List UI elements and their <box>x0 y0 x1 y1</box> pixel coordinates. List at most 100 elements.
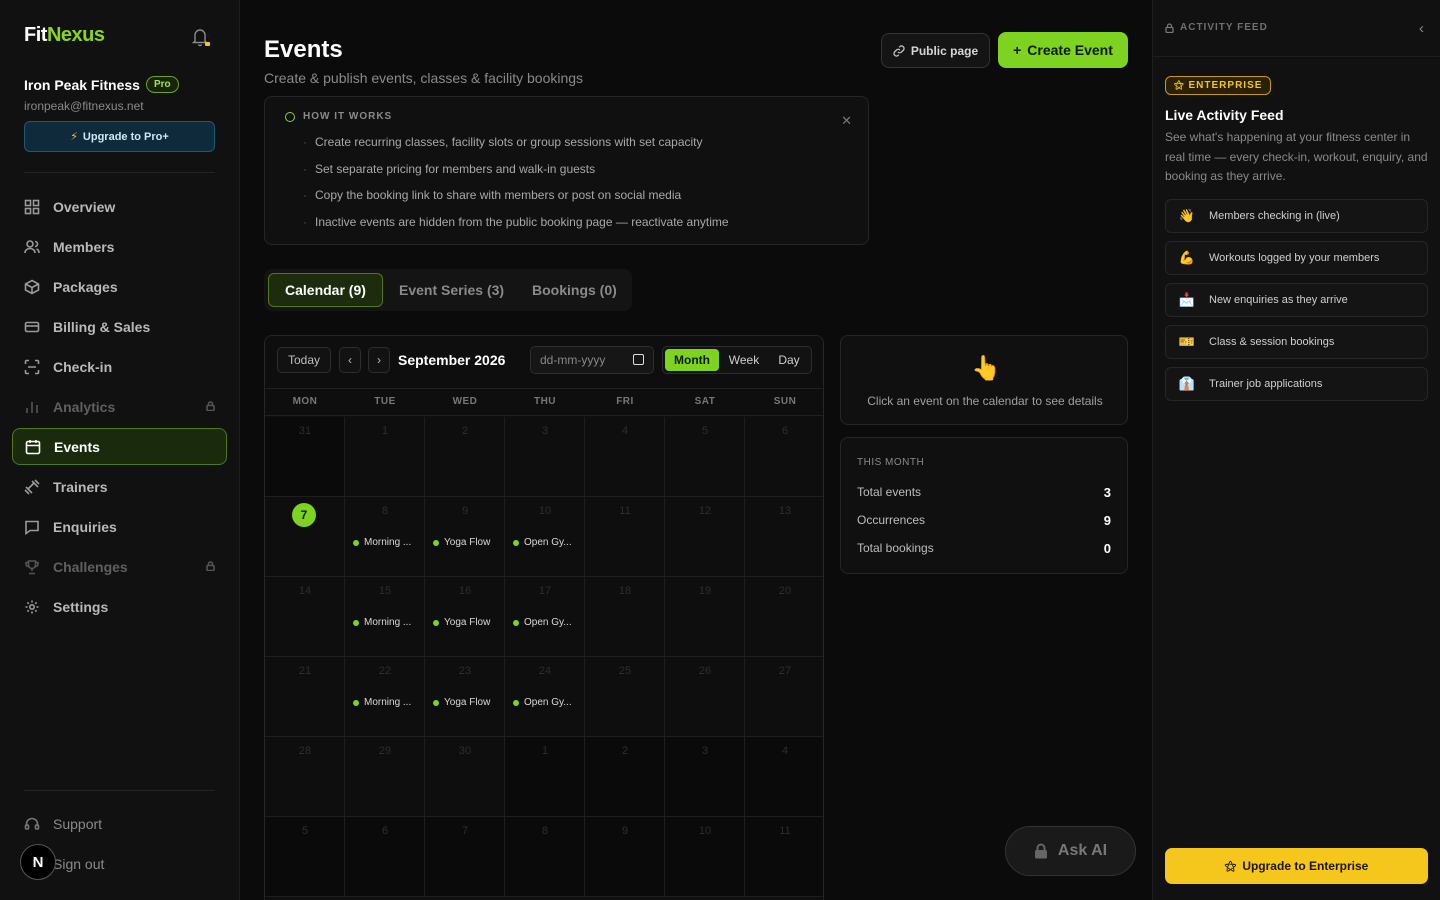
prev-month-button[interactable]: ‹ <box>339 347 361 373</box>
calendar-event[interactable]: Morning ... <box>353 537 411 548</box>
nav-item-analytics[interactable]: Analytics <box>12 388 227 425</box>
nav-item-packages[interactable]: Packages <box>12 268 227 305</box>
calendar-day[interactable]: 29 <box>345 737 425 817</box>
nav-item-settings[interactable]: Settings <box>12 588 227 625</box>
nav-item-billing[interactable]: Billing & Sales <box>12 308 227 345</box>
calendar-day[interactable]: 18 <box>585 577 665 657</box>
event-dot-icon <box>433 619 439 626</box>
nav-item-trainers[interactable]: Trainers <box>12 468 227 505</box>
next-month-button[interactable]: › <box>368 347 390 373</box>
notification-bell-icon[interactable] <box>190 26 210 48</box>
calendar-day[interactable]: 10 Open Gy... <box>505 497 585 577</box>
support-link[interactable]: Support <box>12 805 227 842</box>
calendar-day[interactable]: 4 <box>585 417 665 497</box>
calendar-event[interactable]: Yoga Flow <box>433 617 490 628</box>
close-icon[interactable]: ✕ <box>841 113 852 129</box>
calendar-day[interactable]: 2 <box>425 417 505 497</box>
this-month-card: THIS MONTH Total events 3 Occurrences 9 … <box>840 437 1128 574</box>
nav-item-events[interactable]: Events <box>12 428 227 465</box>
calendar-day[interactable]: 8 Morning ... <box>345 497 425 577</box>
calendar-day[interactable]: 4 <box>745 737 823 817</box>
calendar-day[interactable]: 11 <box>585 497 665 577</box>
day-number: 5 <box>301 825 309 837</box>
calendar-day[interactable]: 7 <box>425 817 505 897</box>
calendar-day[interactable]: 5 <box>265 817 345 897</box>
stat-label: Total bookings <box>857 541 934 555</box>
calendar-day[interactable]: 30 <box>425 737 505 817</box>
calendar-day[interactable]: 15 Morning ... <box>345 577 425 657</box>
calendar-day[interactable]: 20 <box>745 577 823 657</box>
calendar-day[interactable]: 10 <box>665 817 745 897</box>
calendar-day-today[interactable]: 7 <box>265 497 345 577</box>
calendar-event[interactable]: Morning ... <box>353 697 411 708</box>
create-event-button[interactable]: + Create Event <box>998 32 1128 68</box>
brand-logo[interactable]: FitNexus <box>24 24 105 47</box>
calendar-day[interactable]: 16 Yoga Flow <box>425 577 505 657</box>
calendar-day[interactable]: 2 <box>585 737 665 817</box>
nav-item-overview[interactable]: Overview <box>12 188 227 225</box>
calendar-day[interactable]: 13 <box>745 497 823 577</box>
event-label: Open Gy... <box>524 617 572 628</box>
upgrade-enterprise-button[interactable]: ⚝ Upgrade to Enterprise <box>1165 848 1428 884</box>
calendar-day[interactable]: 23 Yoga Flow <box>425 657 505 737</box>
calendar-day[interactable]: 6 <box>345 817 425 897</box>
calendar-icon <box>25 439 41 454</box>
avatar[interactable]: N <box>20 844 56 880</box>
date-picker-input[interactable]: dd-mm-yyyy <box>530 346 654 374</box>
calendar-day[interactable]: 27 <box>745 657 823 737</box>
calendar-day[interactable]: 9 Yoga Flow <box>425 497 505 577</box>
calendar-day[interactable]: 24 Open Gy... <box>505 657 585 737</box>
tab-bookings[interactable]: Bookings (0) <box>532 273 617 307</box>
calendar-day[interactable]: 3 <box>665 737 745 817</box>
collapse-panel-icon[interactable]: ‹ <box>1419 20 1424 37</box>
day-number: 30 <box>458 745 472 757</box>
today-button[interactable]: Today <box>277 347 331 373</box>
calendar-day[interactable]: 9 <box>585 817 665 897</box>
calendar-event[interactable]: Morning ... <box>353 617 411 628</box>
ask-ai-button[interactable]: Ask AI <box>1005 826 1136 876</box>
calendar-day[interactable]: 6 <box>745 417 823 497</box>
calendar-event[interactable]: Open Gy... <box>513 697 572 708</box>
calendar-day[interactable]: 8 <box>505 817 585 897</box>
calendar-day[interactable]: 31 <box>265 417 345 497</box>
nav-item-label: Settings <box>53 598 109 615</box>
calendar-event[interactable]: Yoga Flow <box>433 537 490 548</box>
how-it-works-panel: HOW IT WORKS ✕ Create recurring classes,… <box>264 96 869 245</box>
calendar-day[interactable]: 21 <box>265 657 345 737</box>
calendar-day[interactable]: 5 <box>665 417 745 497</box>
calendar-picker-icon[interactable] <box>633 354 644 365</box>
calendar-day[interactable]: 28 <box>265 737 345 817</box>
calendar-day[interactable]: 17 Open Gy... <box>505 577 585 657</box>
nav-item-members[interactable]: Members <box>12 228 227 265</box>
calendar-day[interactable]: 14 <box>265 577 345 657</box>
public-page-button[interactable]: Public page <box>881 33 990 68</box>
calendar-day[interactable]: 1 <box>345 417 425 497</box>
calendar-day[interactable]: 3 <box>505 417 585 497</box>
tab-calendar[interactable]: Calendar (9) <box>268 273 383 307</box>
calendar-event[interactable]: Yoga Flow <box>433 697 490 708</box>
calendar-day[interactable]: 12 <box>665 497 745 577</box>
view-day-button[interactable]: Day <box>769 349 809 371</box>
tab-event-series[interactable]: Event Series (3) <box>399 273 504 307</box>
list-item: Create recurring classes, facility slots… <box>303 135 729 162</box>
upgrade-pro-button[interactable]: ⚡ Upgrade to Pro+ <box>24 121 215 152</box>
calendar-day[interactable]: 25 <box>585 657 665 737</box>
nav-item-enquiries[interactable]: Enquiries <box>12 508 227 545</box>
event-label: Yoga Flow <box>444 697 491 708</box>
calendar-day[interactable]: 11 <box>745 817 823 897</box>
calendar-day[interactable]: 1 <box>505 737 585 817</box>
view-week-button[interactable]: Week <box>721 349 767 371</box>
view-month-button[interactable]: Month <box>665 349 719 371</box>
nav-item-challenges[interactable]: Challenges <box>12 548 227 585</box>
calendar-event[interactable]: Open Gy... <box>513 617 572 628</box>
calendar-event[interactable]: Open Gy... <box>513 537 572 548</box>
nav-item-checkin[interactable]: Check-in <box>12 348 227 385</box>
page-title: Events <box>264 36 343 63</box>
calendar-day[interactable]: 22 Morning ... <box>345 657 425 737</box>
day-number: 11 <box>619 505 631 517</box>
grid-icon <box>24 199 40 214</box>
day-number: 6 <box>381 825 389 837</box>
calendar-day[interactable]: 19 <box>665 577 745 657</box>
calendar-day[interactable]: 26 <box>665 657 745 737</box>
activity-feed-panel: ACTIVITY FEED ‹ ⚝ ENTERPRISE Live Activi… <box>1152 0 1440 900</box>
